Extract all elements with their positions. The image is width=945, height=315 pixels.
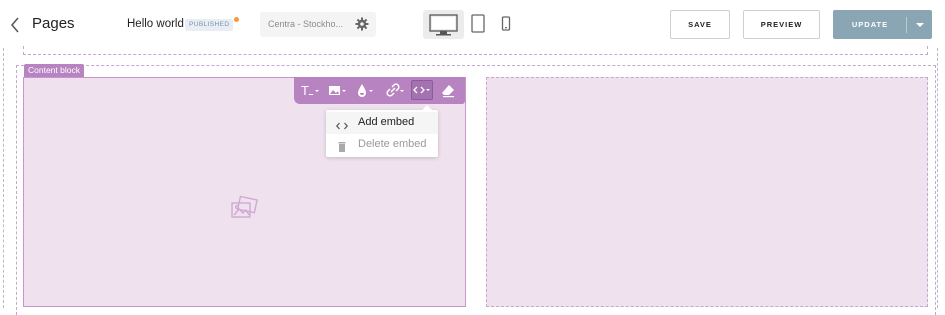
embed-menu-arrow	[422, 105, 432, 110]
color-drop-icon[interactable]	[356, 81, 376, 100]
delete-embed-menu-item[interactable]: Delete embed	[326, 134, 438, 156]
update-button-label: UPDATE	[851, 20, 889, 29]
text-format-icon[interactable]: T	[300, 81, 320, 100]
mobile-icon	[501, 16, 511, 31]
site-name: Hello world	[127, 18, 184, 30]
eraser-icon[interactable]	[441, 81, 459, 100]
desktop-icon	[429, 14, 458, 36]
store-selector[interactable]: Centra - Stockho...	[260, 12, 376, 37]
status-badge: PUBLISHED	[185, 19, 234, 31]
unsaved-indicator-dot	[234, 17, 239, 22]
content-block-right[interactable]	[486, 77, 928, 307]
back-chevron-icon[interactable]	[9, 15, 23, 35]
page-title: Pages	[32, 15, 75, 32]
block-toolbar: T	[294, 77, 465, 104]
image-placeholder-icon	[230, 195, 260, 223]
preview-button[interactable]: PREVIEW	[743, 10, 820, 39]
add-embed-menu-item[interactable]: Add embed	[326, 112, 438, 134]
gear-icon[interactable]	[355, 17, 369, 31]
link-icon[interactable]	[384, 81, 406, 100]
content-block-tag[interactable]: Content block	[24, 64, 84, 77]
embed-code-icon[interactable]	[411, 80, 433, 100]
previous-block-outline	[23, 46, 928, 55]
mobile-view-button[interactable]	[500, 16, 512, 32]
code-icon	[335, 118, 349, 130]
tablet-icon	[471, 14, 485, 33]
trash-icon	[336, 140, 348, 152]
image-icon[interactable]	[328, 81, 348, 100]
update-button-divider	[906, 17, 907, 33]
svg-text:T: T	[301, 83, 309, 98]
chevron-down-icon[interactable]	[916, 23, 924, 27]
save-button[interactable]: SAVE	[670, 10, 730, 39]
add-embed-label: Add embed	[358, 116, 415, 128]
desktop-view-button[interactable]	[423, 10, 464, 39]
tablet-view-button[interactable]	[470, 14, 486, 34]
embed-menu: Add embed Delete embed	[326, 105, 438, 157]
store-selector-label: Centra - Stockho...	[268, 19, 344, 29]
top-bar: Pages Hello world PUBLISHED Centra - Sto…	[0, 0, 945, 48]
update-button[interactable]: UPDATE	[833, 10, 932, 39]
delete-embed-label: Delete embed	[358, 138, 427, 150]
editor-canvas: Content block T Add embed Delete embed	[0, 46, 945, 315]
